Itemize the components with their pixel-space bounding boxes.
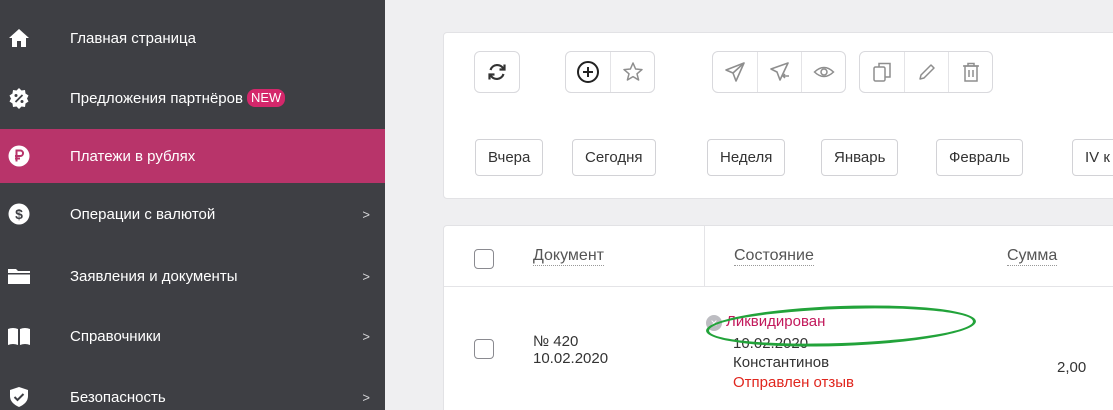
- amount-value: 2,00: [1057, 359, 1087, 376]
- folder-icon: [7, 264, 31, 288]
- sidebar-item-security[interactable]: Безопасность >: [0, 370, 385, 410]
- feedback-status: Отправлен отзыв: [733, 374, 855, 391]
- sidebar-item-home[interactable]: Главная страница: [0, 11, 385, 65]
- sidebar-item-label: Заявления и документы: [70, 267, 238, 285]
- send-back-button[interactable]: [757, 52, 801, 92]
- sidebar-item-label: Справочники: [70, 327, 161, 345]
- discount-badge-icon: [7, 86, 31, 110]
- filter-quarter-iv[interactable]: IV к: [1072, 139, 1113, 176]
- send-group: [712, 51, 846, 93]
- document-date: 10.02.2020: [533, 350, 609, 367]
- chevron-right-icon: >: [362, 206, 370, 222]
- dollar-icon: $: [7, 202, 31, 226]
- column-header-status[interactable]: Состояние: [734, 246, 814, 266]
- documents-table: Документ Состояние Сумма № 420 10.02.202…: [443, 225, 1113, 410]
- header-divider: [444, 286, 1113, 287]
- sidebar-item-partners[interactable]: Предложения партнёров NEW: [0, 71, 385, 125]
- sidebar-item-label: Операции с валютой: [70, 205, 216, 223]
- column-header-amount[interactable]: Сумма: [1007, 246, 1058, 266]
- filter-january[interactable]: Январь: [821, 139, 899, 176]
- select-all-checkbox[interactable]: [474, 249, 494, 269]
- annotation-ellipse: [705, 301, 977, 351]
- sidebar-item-label: Безопасность: [70, 388, 166, 406]
- filter-yesterday[interactable]: Вчера: [475, 139, 544, 176]
- edit-icon: [918, 64, 935, 80]
- create-group: [565, 51, 655, 93]
- sidebar-item-currency[interactable]: $ Операции с валютой >: [0, 187, 385, 241]
- refresh-button[interactable]: [475, 52, 519, 92]
- send-button[interactable]: [713, 52, 757, 92]
- star-icon: [622, 62, 643, 81]
- favorite-button[interactable]: [610, 52, 654, 92]
- new-badge: NEW: [246, 89, 286, 107]
- home-icon: [7, 26, 31, 50]
- copy-button[interactable]: [860, 52, 904, 92]
- add-button[interactable]: [566, 52, 610, 92]
- sidebar-item-label: Главная страница: [70, 29, 196, 47]
- chevron-right-icon: >: [362, 328, 370, 344]
- sidebar-item-ruble-payments[interactable]: Платежи в рублях: [0, 129, 385, 183]
- view-button[interactable]: [801, 52, 845, 92]
- edit-button[interactable]: [904, 52, 948, 92]
- sidebar-item-label: Платежи в рублях: [70, 147, 196, 165]
- chevron-right-icon: >: [362, 389, 370, 405]
- toolbar-panel: Вчера Сегодня Неделя Январь Февраль IV к: [443, 32, 1113, 199]
- ruble-icon: [7, 144, 31, 168]
- book-icon: [7, 324, 31, 348]
- sidebar-item-text: Предложения партнёров: [70, 90, 243, 107]
- refresh-group: [474, 51, 520, 93]
- app-window: Главная страница Предложения партнёров NE…: [0, 0, 1113, 410]
- column-header-document[interactable]: Документ: [533, 246, 604, 266]
- filter-february[interactable]: Февраль: [936, 139, 1023, 176]
- copy-icon: [873, 62, 891, 82]
- eye-icon: [812, 66, 835, 78]
- main-content: Вчера Сегодня Неделя Январь Февраль IV к…: [385, 0, 1113, 410]
- send-back-icon: [769, 62, 789, 81]
- chevron-right-icon: >: [362, 268, 370, 284]
- delete-button[interactable]: [948, 52, 992, 92]
- filter-today[interactable]: Сегодня: [572, 139, 656, 176]
- sidebar-item-references[interactable]: Справочники >: [0, 309, 385, 363]
- column-divider: [704, 226, 705, 286]
- refresh-icon: [488, 63, 506, 81]
- sidebar: Главная страница Предложения партнёров NE…: [0, 0, 385, 410]
- svg-text:$: $: [15, 206, 23, 222]
- document-number: № 420: [533, 333, 579, 350]
- edit-group: [859, 51, 993, 93]
- sidebar-item-label: Предложения партнёров NEW: [70, 89, 286, 107]
- send-icon: [725, 62, 745, 82]
- shield-icon: [7, 385, 31, 409]
- filter-week[interactable]: Неделя: [707, 139, 786, 176]
- add-icon: [577, 61, 599, 83]
- delete-icon: [962, 62, 979, 82]
- row-checkbox[interactable]: [474, 339, 494, 359]
- status-user: Константинов: [733, 354, 830, 371]
- sidebar-item-applications[interactable]: Заявления и документы >: [0, 249, 385, 303]
